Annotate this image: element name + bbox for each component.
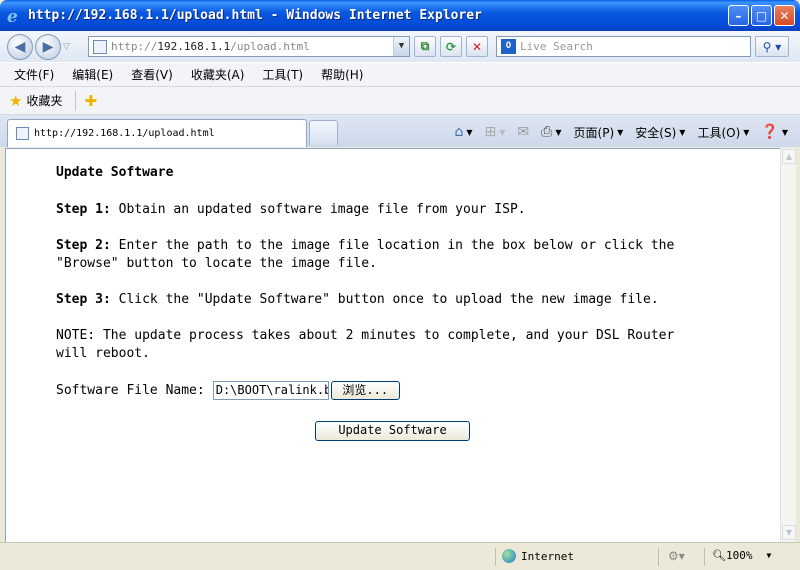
favorites-button[interactable]: ★ 收藏夹 bbox=[9, 92, 62, 110]
menu-bar: 文件(F) 编辑(E) 查看(V) 收藏夹(A) 工具(T) 帮助(H) bbox=[0, 62, 800, 87]
page-title: Update Software bbox=[56, 165, 174, 180]
tab-label: http://192.168.1.1/upload.html bbox=[34, 128, 215, 139]
zone-label: Internet bbox=[521, 549, 574, 563]
forward-button[interactable]: ▶ bbox=[35, 33, 61, 60]
page-menu-button[interactable]: 页面(P) ▼ bbox=[574, 124, 624, 141]
new-tab-button[interactable] bbox=[309, 120, 338, 145]
globe-icon bbox=[502, 549, 516, 563]
compatibility-icon: ⧉ bbox=[420, 39, 430, 53]
zoom-control[interactable]: 🔍︎ 100% ▼ bbox=[712, 549, 771, 562]
menu-file[interactable]: 文件(F) bbox=[14, 66, 54, 83]
file-name-label: Software File Name: bbox=[56, 383, 205, 398]
favorites-star-icon: ★ bbox=[9, 91, 23, 110]
step-3: Step 3: Click the "Update Software" butt… bbox=[56, 291, 706, 309]
favorites-label: 收藏夹 bbox=[26, 94, 63, 108]
vertical-scrollbar[interactable]: ▲ ▼ bbox=[780, 148, 796, 542]
step-3-label: Step 3: bbox=[56, 292, 111, 307]
ie-logo-icon: e bbox=[7, 7, 18, 25]
refresh-button[interactable]: ⟳ bbox=[440, 36, 462, 57]
minimize-button[interactable]: – bbox=[728, 5, 749, 26]
address-prefix: http:// bbox=[111, 40, 158, 53]
window-title: http://192.168.1.1/upload.html - Windows… bbox=[28, 8, 482, 23]
add-to-favorites-icon[interactable]: ✚ bbox=[83, 91, 98, 111]
search-icon: ⚲ ▾ bbox=[762, 39, 782, 54]
home-icon: ⌂ bbox=[454, 124, 464, 140]
help-menu-button[interactable]: ❓ ▼ bbox=[761, 124, 788, 140]
scroll-up-button[interactable]: ▲ bbox=[782, 149, 796, 164]
refresh-icon: ⟳ bbox=[445, 39, 457, 54]
step-1: Step 1: Obtain an updated software image… bbox=[56, 201, 706, 219]
maximize-button[interactable]: □ bbox=[751, 5, 772, 26]
stop-button[interactable]: ✕ bbox=[466, 36, 488, 57]
recent-pages-dropdown[interactable]: ▽ bbox=[63, 42, 75, 52]
command-bar: ⌂ ▼ ⊞ ▼ ✉ ⎙ ▼ 页面(P) ▼ 安全(S) ▼ 工具(O) ▼ ❓ ▼ bbox=[443, 121, 789, 143]
navigation-bar: ◀ ▶ ▽ http://192.168.1.1/upload.html ▼ ⧉… bbox=[0, 31, 800, 62]
scroll-down-button[interactable]: ▼ bbox=[782, 525, 796, 540]
tab-row: http://192.168.1.1/upload.html ⌂ ▼ ⊞ ▼ ✉ ⎙… bbox=[0, 115, 800, 147]
safety-menu-button[interactable]: 安全(S) ▼ bbox=[635, 124, 685, 141]
file-input-row: Software File Name: D:\BOOT\ralink.b 浏览.… bbox=[56, 381, 400, 400]
status-divider bbox=[704, 548, 705, 566]
back-button[interactable]: ◀ bbox=[7, 33, 33, 60]
file-path-input[interactable]: D:\BOOT\ralink.b bbox=[212, 381, 329, 400]
tools-menu-button[interactable]: 工具(O) ▼ bbox=[697, 124, 749, 141]
step-1-text: Obtain an updated software image file fr… bbox=[110, 202, 526, 217]
search-button[interactable]: ⚲ ▾ bbox=[755, 36, 789, 57]
protected-mode-icon[interactable]: ⚙▾ bbox=[668, 549, 685, 563]
rss-icon: ⊞ bbox=[484, 124, 497, 140]
step-2-label: Step 2: bbox=[56, 238, 111, 253]
page-content: Update Software Step 1: Obtain an update… bbox=[5, 148, 780, 542]
status-divider bbox=[495, 548, 496, 566]
page-icon bbox=[93, 39, 107, 54]
address-bar[interactable]: http://192.168.1.1/upload.html ▼ bbox=[88, 36, 410, 57]
search-placeholder: Live Search bbox=[520, 40, 593, 53]
menu-favorites[interactable]: 收藏夹(A) bbox=[191, 66, 245, 83]
page-menu-label: 页面(P) bbox=[573, 125, 615, 140]
tab-upload[interactable]: http://192.168.1.1/upload.html bbox=[7, 119, 307, 147]
security-zone: Internet bbox=[502, 549, 574, 563]
zoom-dropdown-icon: ▼ bbox=[766, 551, 772, 560]
live-search-icon: O bbox=[501, 39, 516, 54]
update-software-button[interactable]: Update Software bbox=[315, 421, 470, 441]
printer-icon: ⎙ bbox=[541, 124, 553, 140]
address-host: 192.168.1.1 bbox=[157, 40, 231, 53]
address-path: /upload.html bbox=[230, 40, 310, 53]
status-divider bbox=[658, 548, 659, 566]
print-button[interactable]: ⎙ ▼ bbox=[541, 124, 561, 140]
mail-icon: ✉ bbox=[517, 124, 530, 140]
step-1-label: Step 1: bbox=[56, 202, 111, 217]
forward-arrow-icon: ▶ bbox=[42, 38, 54, 55]
menu-view[interactable]: 查看(V) bbox=[131, 66, 173, 83]
search-box[interactable]: O Live Search bbox=[496, 36, 751, 57]
step-2-text: Enter the path to the image file locatio… bbox=[56, 238, 675, 271]
menu-help[interactable]: 帮助(H) bbox=[321, 66, 363, 83]
address-dropdown-button[interactable]: ▼ bbox=[393, 37, 409, 56]
step-3-text: Click the "Update Software" button once … bbox=[110, 292, 659, 307]
window-controls: – □ ✕ bbox=[728, 5, 795, 26]
compatibility-view-button[interactable]: ⧉ bbox=[414, 36, 436, 57]
tools-menu-label: 工具(O) bbox=[697, 125, 741, 140]
favorites-bar: ★ 收藏夹 ✚ bbox=[0, 87, 800, 115]
stop-icon: ✕ bbox=[471, 39, 483, 54]
tab-page-icon bbox=[16, 127, 29, 140]
feeds-button[interactable]: ⊞ ▼ bbox=[485, 124, 506, 140]
update-note: NOTE: The update process takes about 2 m… bbox=[56, 328, 675, 361]
status-bar: Internet ⚙▾ 🔍︎ 100% ▼ bbox=[0, 542, 800, 570]
back-arrow-icon: ◀ bbox=[14, 38, 26, 55]
window-titlebar: e http://192.168.1.1/upload.html - Windo… bbox=[0, 0, 800, 31]
close-window-button[interactable]: ✕ bbox=[774, 5, 795, 26]
read-mail-button[interactable]: ✉ bbox=[517, 124, 529, 140]
zoom-level: 100% bbox=[725, 549, 753, 562]
safety-menu-label: 安全(S) bbox=[635, 125, 677, 140]
svg-text:e: e bbox=[7, 7, 18, 25]
browse-button[interactable]: 浏览... bbox=[330, 381, 400, 400]
favorites-separator bbox=[75, 90, 77, 111]
menu-edit[interactable]: 编辑(E) bbox=[72, 66, 113, 83]
zoom-icon: 🔍︎ bbox=[712, 549, 726, 562]
help-icon: ❓ bbox=[761, 124, 779, 140]
menu-tools[interactable]: 工具(T) bbox=[262, 66, 303, 83]
home-button[interactable]: ⌂ ▼ bbox=[455, 124, 473, 140]
step-2: Step 2: Enter the path to the image file… bbox=[56, 237, 706, 273]
